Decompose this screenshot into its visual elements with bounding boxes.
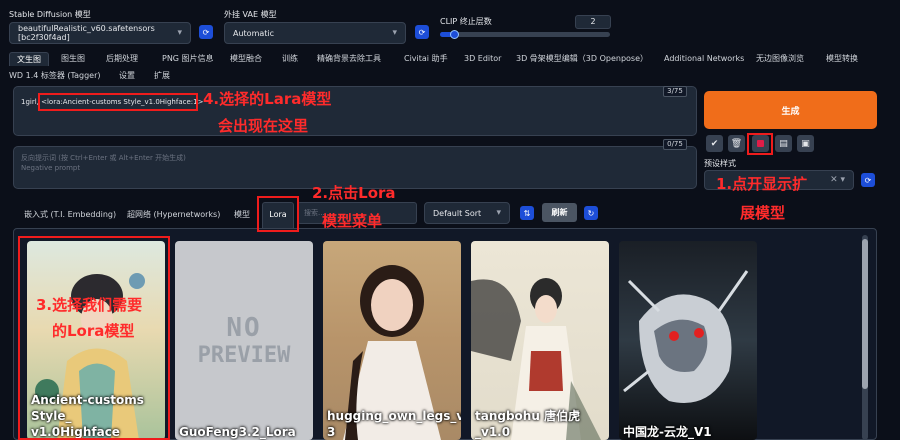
sort-direction-icon[interactable]: ⇅: [520, 206, 534, 220]
model-label: Stable Diffusion 模型: [9, 10, 91, 19]
clip-slider[interactable]: [440, 30, 610, 39]
chevron-down-icon: ▾: [392, 28, 397, 38]
lora-card-tangbohu[interactable]: tangbohu 唐伯虎_v1.0: [471, 241, 609, 440]
tab-txt2img[interactable]: 文生图: [9, 52, 49, 66]
tab-3d-editor[interactable]: 3D Editor: [464, 52, 501, 66]
clip-input[interactable]: 2: [575, 15, 611, 29]
annotation-box-lora-tab: [257, 196, 299, 232]
annotation-box-prompt-lora: [38, 93, 198, 111]
lora-card-hugging-legs[interactable]: hugging_own_legs_v0. 3: [323, 241, 461, 440]
sort-value: Default Sort: [433, 208, 482, 218]
tab-train[interactable]: 训练: [282, 52, 298, 66]
lora-card-chinese-dragon[interactable]: 中国龙-云龙_V1: [619, 241, 757, 440]
tab-extras[interactable]: 后期处理: [106, 52, 138, 66]
card-title: tangbohu 唐伯虎_v1.0: [475, 409, 581, 439]
annotation-1-line1: 1.点开显示扩: [716, 175, 808, 193]
vae-select[interactable]: Automatic ▾: [224, 22, 406, 44]
reload-icon[interactable]: ↻: [584, 206, 598, 220]
sort-select[interactable]: Default Sort ▾: [424, 202, 510, 224]
annotation-4-line1: 4.选择的Lara模型: [203, 90, 332, 108]
save-style-icon[interactable]: ▣: [797, 135, 814, 152]
card-title: hugging_own_legs_v0. 3: [327, 409, 461, 439]
negative-placeholder-2: Negative prompt: [21, 164, 81, 172]
annotation-box-extra-networks: [747, 133, 773, 155]
refresh-styles-icon[interactable]: ⟳: [861, 173, 875, 187]
tab-civitai[interactable]: Civitai 助手: [404, 52, 448, 66]
card-title: GuoFeng3.2_Lora: [179, 425, 296, 439]
chevron-down-icon: ▾: [496, 208, 501, 218]
trash-icon[interactable]: 🗑: [728, 135, 745, 152]
vae-label: 外挂 VAE 模型: [224, 10, 277, 19]
chevron-down-icon: ✕ ▾: [830, 175, 845, 185]
clipboard-icon[interactable]: ▤: [775, 135, 792, 152]
negative-token-counter: 0/75: [663, 139, 687, 150]
annotation-4-line2: 会出现在这里: [218, 117, 309, 135]
card-thumbnail-dragon: [623, 270, 749, 403]
refresh-button[interactable]: 刷新: [542, 203, 577, 222]
tab-model-convert[interactable]: 模型转换: [826, 52, 858, 66]
annotation-3-line1: 3.选择我们需要: [36, 296, 143, 314]
prompt-token-counter: 3/75: [663, 86, 687, 97]
tab-img2img[interactable]: 图生图: [61, 52, 85, 66]
no-preview-text-1: NO: [226, 313, 262, 343]
tab-image-browser[interactable]: 无边图像浏览: [756, 52, 804, 66]
net-tab-checkpoints[interactable]: 模型: [234, 209, 250, 220]
net-tab-embedding[interactable]: 嵌入式 (T.I. Embedding): [24, 209, 116, 220]
tab-extensions[interactable]: 扩展: [154, 69, 170, 83]
model-value: beautifulRealistic_v60.safetensors [bc2f…: [18, 24, 155, 42]
main-tabs-row2: WD 1.4 标签器 (Tagger) 设置 扩展: [9, 69, 209, 83]
styles-label: 预设样式: [704, 159, 736, 168]
generate-button[interactable]: 生成: [704, 91, 877, 129]
annotation-1-line2: 展模型: [740, 204, 786, 222]
vae-value: Automatic: [233, 28, 275, 38]
chevron-down-icon: ▾: [177, 28, 182, 38]
tab-merge[interactable]: 模型融合: [230, 52, 262, 66]
model-select[interactable]: beautifulRealistic_v60.safetensors [bc2f…: [9, 22, 191, 44]
tab-settings[interactable]: 设置: [119, 69, 135, 83]
no-preview-text-2: PREVIEW: [197, 343, 291, 368]
check-icon[interactable]: ✔: [706, 135, 723, 152]
refresh-models-icon[interactable]: ⟳: [199, 25, 213, 39]
tab-tagger[interactable]: WD 1.4 标签器 (Tagger): [9, 69, 101, 83]
card-title: 中国龙-云龙_V1: [623, 425, 712, 439]
net-tab-hypernetworks[interactable]: 超网络 (Hypernetworks): [127, 209, 220, 220]
cards-scrollbar-thumb[interactable]: [862, 239, 868, 389]
tab-additional-networks[interactable]: Additional Networks: [664, 52, 744, 66]
annotation-3-line2: 的Lora模型: [52, 322, 135, 340]
lora-card-guofeng[interactable]: NO PREVIEW GuoFeng3.2_Lora: [175, 241, 313, 440]
cards-scrollbar[interactable]: [862, 235, 868, 440]
negative-placeholder-1: 反向提示词 (按 Ctrl+Enter 或 Alt+Enter 开始生成): [21, 154, 186, 162]
clip-slider-handle[interactable]: [450, 30, 460, 39]
clip-label: CLIP 终止层数: [440, 17, 492, 26]
annotation-2-line2: 模型菜单: [322, 212, 383, 230]
refresh-vae-icon[interactable]: ⟳: [415, 25, 429, 39]
tab-png-info[interactable]: PNG 图片信息: [162, 52, 214, 66]
tab-openpose[interactable]: 3D 骨架模型编辑（3D Openpose）: [516, 52, 648, 66]
main-tabs: 文生图 图生图 后期处理 PNG 图片信息 模型融合 训练 精确背景去除工具 C…: [9, 52, 889, 66]
annotation-2-line1: 2.点击Lora: [312, 184, 396, 202]
tab-bg-remove[interactable]: 精确背景去除工具: [317, 52, 381, 66]
